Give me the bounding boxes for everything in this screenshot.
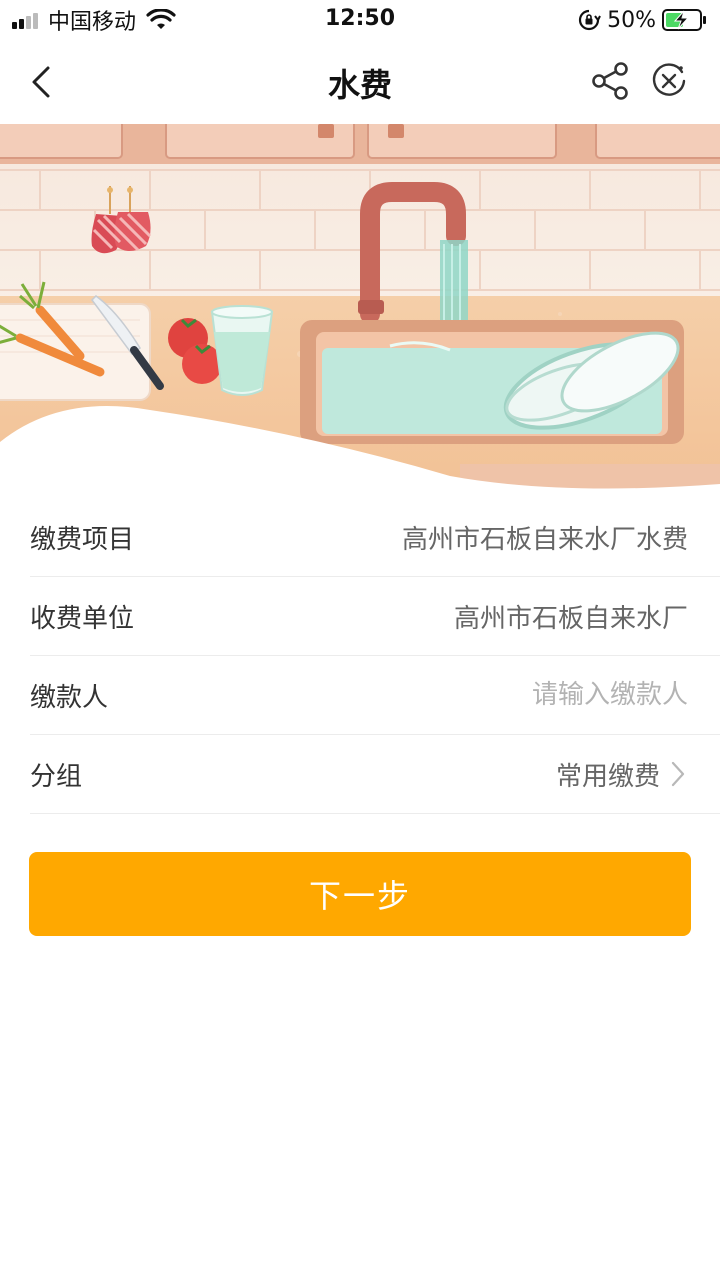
form-row-biller: 收费单位 高州市石板自来水厂 bbox=[30, 577, 720, 656]
banner-illustration bbox=[0, 124, 720, 494]
group-label: 分组 bbox=[30, 761, 83, 792]
form-row-item: 缴费项目 高州市石板自来水厂水费 bbox=[30, 498, 720, 577]
chevron-right-icon bbox=[671, 761, 685, 787]
item-value: 高州市石板自来水厂水费 bbox=[401, 524, 688, 555]
group-selector[interactable]: 常用缴费 bbox=[556, 756, 688, 793]
payer-input[interactable] bbox=[388, 680, 688, 710]
item-label: 缴费项目 bbox=[30, 524, 135, 555]
form-row-payer: 缴款人 bbox=[30, 656, 720, 735]
form-row-group[interactable]: 分组 常用缴费 bbox=[30, 735, 720, 814]
payer-label: 缴款人 bbox=[30, 682, 109, 713]
battery-charging-icon bbox=[662, 9, 706, 31]
nav-bar: 水费 bbox=[0, 40, 720, 124]
biller-value: 高州市石板自来水厂 bbox=[453, 603, 688, 634]
share-icon[interactable] bbox=[590, 60, 632, 102]
status-right: 50% bbox=[577, 6, 708, 34]
payment-form: 缴费项目 高州市石板自来水厂水费 收费单位 高州市石板自来水厂 缴款人 分组 常… bbox=[30, 498, 720, 814]
orientation-lock-icon bbox=[579, 9, 601, 31]
close-icon[interactable] bbox=[650, 62, 688, 100]
group-value: 常用缴费 bbox=[555, 761, 660, 792]
next-step-button[interactable]: 下一步 bbox=[29, 852, 691, 936]
biller-label: 收费单位 bbox=[30, 603, 135, 634]
status-bar: 中国移动 12:50 50% bbox=[0, 0, 720, 40]
kitchen-sink-illustration bbox=[0, 124, 720, 494]
battery-percent: 50% bbox=[607, 7, 656, 33]
